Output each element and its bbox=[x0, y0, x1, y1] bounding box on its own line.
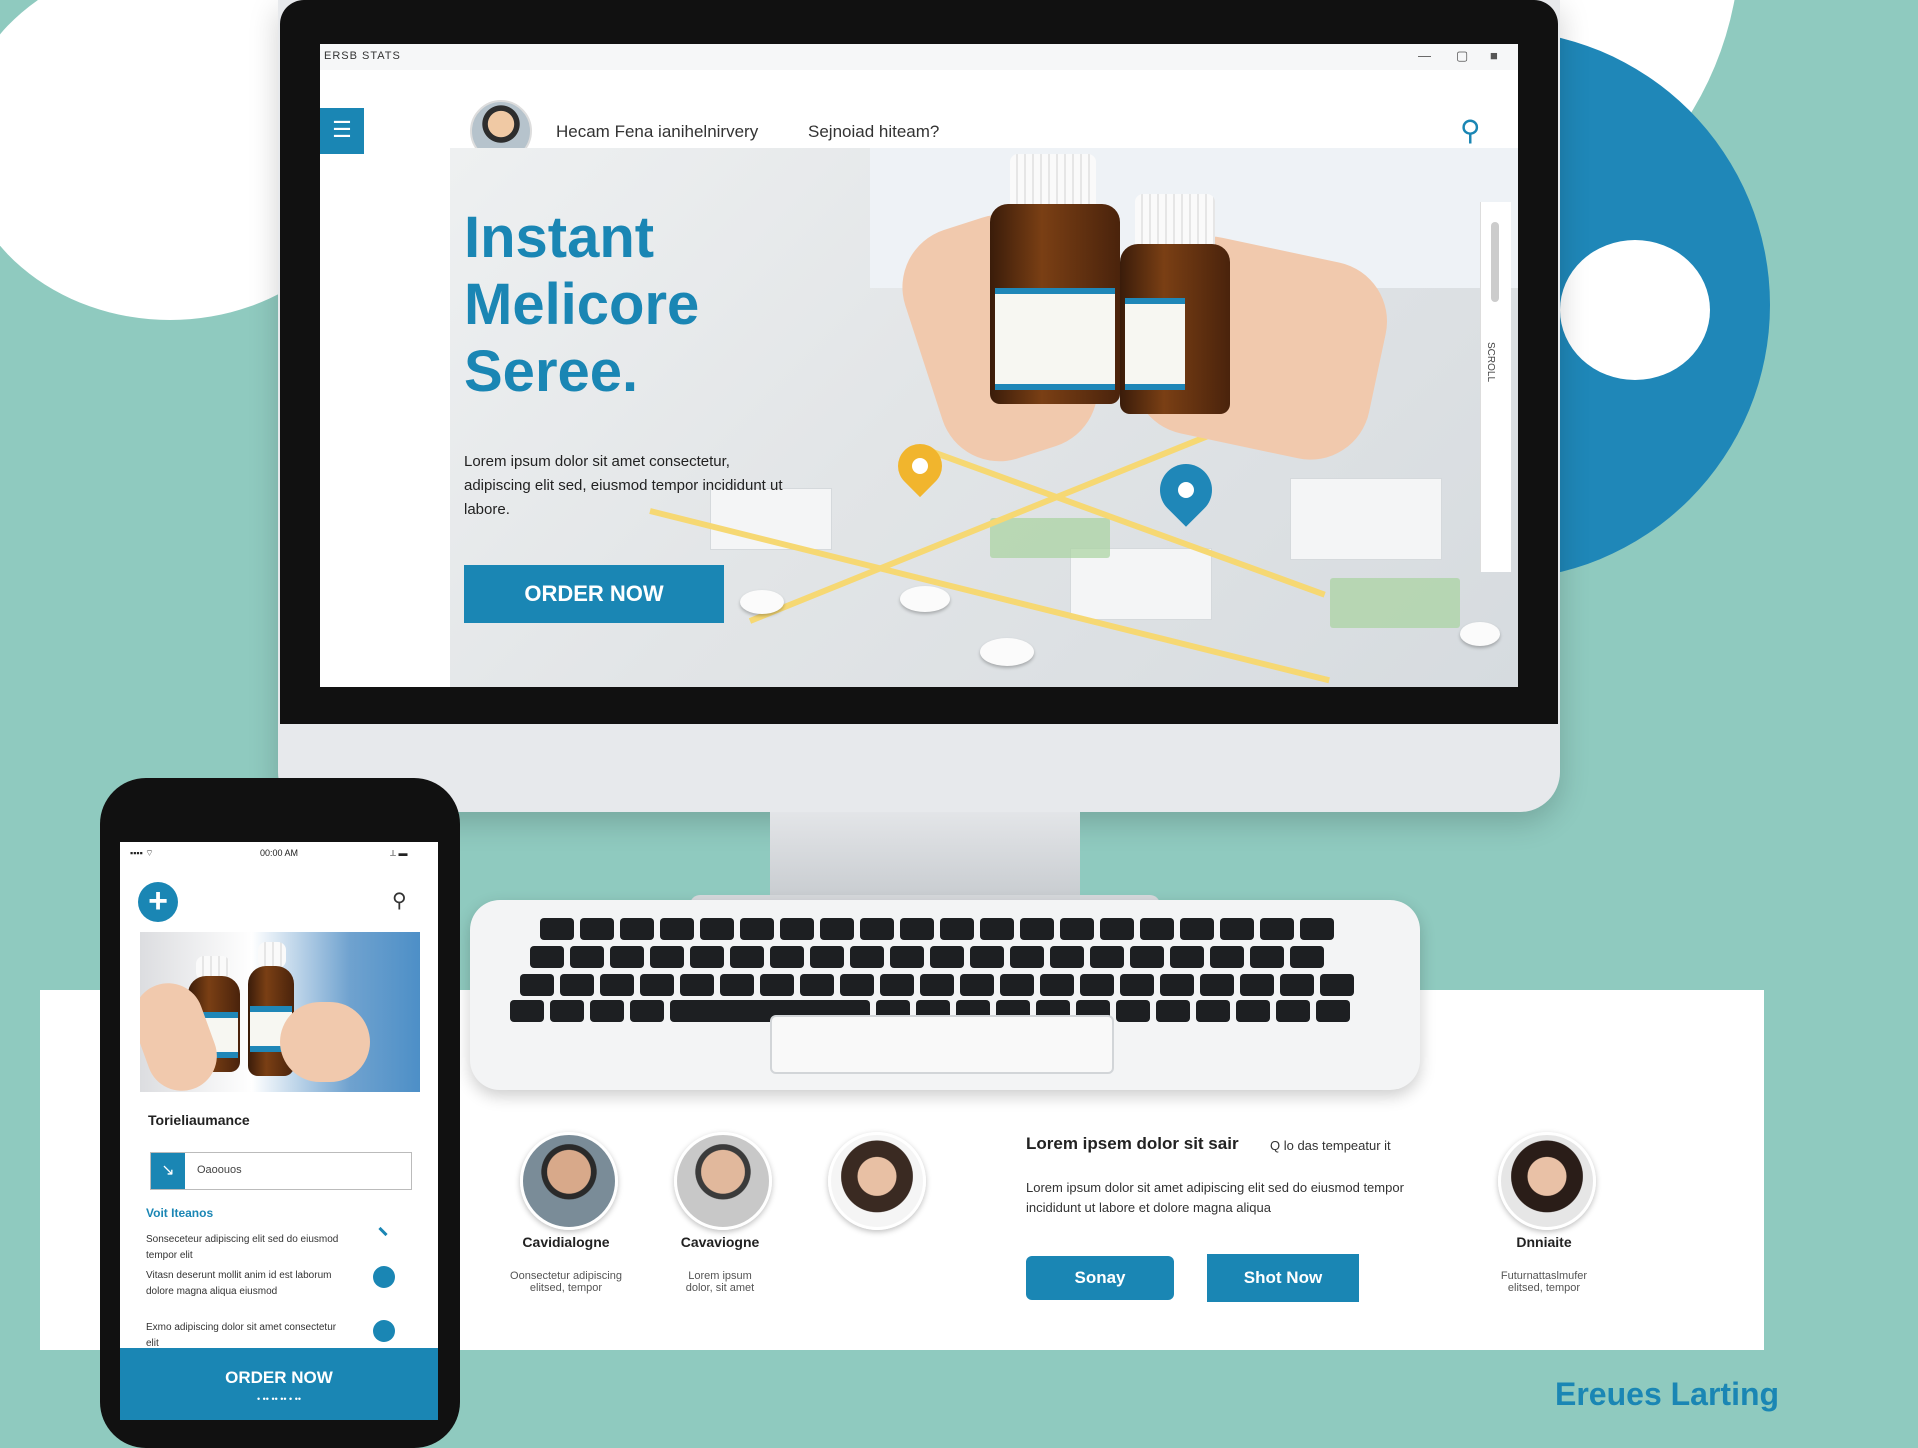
phone-screen: ▪▪▪▪ ⌔ 00:00 AM ⟂ ▬ + ⚲ Torieliaumance ↘… bbox=[120, 842, 438, 1420]
map-park bbox=[990, 518, 1110, 558]
person-subtitle: Futurnattaslmufer elitsed, tempor bbox=[1500, 1270, 1588, 1294]
map-pin-center bbox=[1178, 482, 1194, 498]
desktop-screen: ERSB STATS — ▢ ■ ☰ Hecam Fena ianihelnir… bbox=[320, 44, 1518, 687]
phone-order-dots: • •• •• •• • •• bbox=[256, 1394, 301, 1404]
phone-heading: Torieliaumance bbox=[148, 1112, 250, 1128]
hero-banner: Instant Melicore Seree. Lorem ipsum dolo… bbox=[450, 148, 1518, 687]
key-row bbox=[540, 918, 1334, 940]
minimize-icon[interactable]: — bbox=[1418, 48, 1431, 63]
promo-note: Q lo das tempeatur it bbox=[1270, 1138, 1391, 1153]
hand bbox=[280, 1002, 370, 1082]
key-row bbox=[530, 946, 1324, 968]
key-row bbox=[520, 974, 1354, 996]
battery-icon: ⟂ ▬ bbox=[390, 848, 408, 858]
hero-title: Instant Melicore Seree. bbox=[464, 204, 699, 405]
avatar[interactable] bbox=[1498, 1132, 1596, 1230]
list-item[interactable]: Vitasn deserunt mollit anim id est labor… bbox=[146, 1268, 346, 1300]
arrow-icon: ↘ bbox=[151, 1153, 185, 1189]
map-pin-icon[interactable] bbox=[373, 1266, 395, 1288]
scroll-thumb[interactable] bbox=[1491, 222, 1499, 302]
hero-title-line: Seree. bbox=[464, 339, 639, 404]
menu-icon[interactable]: ☰ bbox=[320, 108, 364, 154]
bottle-cap bbox=[258, 942, 286, 968]
close-icon[interactable]: ■ bbox=[1490, 48, 1498, 63]
nav-link-2[interactable]: Sejnoiad hiteam? bbox=[808, 122, 939, 142]
search-icon[interactable]: ⚲ bbox=[392, 888, 407, 913]
phone-search-field[interactable]: ↘ Oaoouos bbox=[150, 1152, 412, 1190]
hero-description: Lorem ipsum dolor sit amet consectetur, … bbox=[464, 453, 783, 518]
map-block bbox=[1070, 548, 1212, 620]
phone-order-label: ORDER NOW bbox=[225, 1368, 333, 1387]
phone-input-value: Oaoouos bbox=[197, 1164, 242, 1176]
map-pin-center bbox=[912, 458, 928, 474]
trackpad[interactable] bbox=[770, 1015, 1114, 1074]
map-park bbox=[1330, 578, 1460, 628]
pill bbox=[980, 638, 1034, 666]
order-now-button[interactable]: ORDER NOW bbox=[464, 565, 724, 623]
chevron-icon bbox=[378, 1226, 388, 1237]
pill bbox=[1460, 622, 1500, 646]
primary-button[interactable]: Sonay bbox=[1026, 1256, 1174, 1300]
nav-link-1[interactable]: Hecam Fena ianihelnirvery bbox=[556, 122, 758, 142]
scroll-label: SCROLL bbox=[1485, 342, 1496, 383]
phone-clock: 00:00 AM bbox=[260, 848, 299, 858]
keyboard bbox=[470, 900, 1420, 1090]
promo-title: Lorem ipsem dolor sit sair bbox=[1026, 1134, 1239, 1153]
phone-order-button[interactable]: ORDER NOW • •• •• •• • •• bbox=[120, 1348, 438, 1420]
person-name: Dnniaite bbox=[1516, 1234, 1572, 1250]
avatar[interactable] bbox=[674, 1132, 772, 1230]
background-shape bbox=[1560, 240, 1710, 380]
search-icon[interactable]: ⚲ bbox=[1460, 114, 1481, 147]
person-name: Cavaviogne bbox=[680, 1234, 760, 1250]
maximize-icon[interactable]: ▢ bbox=[1456, 48, 1468, 64]
hero-title-line: Melicore bbox=[464, 272, 700, 337]
bottle-label bbox=[1125, 298, 1185, 390]
pill bbox=[740, 590, 784, 614]
person-subtitle: Oonsectetur adipiscing elitsed, tempor bbox=[510, 1270, 622, 1294]
bottle-label bbox=[995, 288, 1115, 390]
list-item[interactable]: Sonseceteur adipiscing elit sed do eiusm… bbox=[146, 1232, 346, 1264]
avatar[interactable] bbox=[828, 1132, 926, 1230]
pill bbox=[900, 586, 950, 612]
hero-title-line: Instant bbox=[464, 205, 655, 270]
map-block bbox=[1290, 478, 1442, 560]
avatar[interactable] bbox=[520, 1132, 618, 1230]
brand-logo: Ereues Larting bbox=[1555, 1376, 1780, 1412]
side-scroller[interactable]: SCROLL bbox=[1480, 202, 1511, 572]
shop-now-button[interactable]: Shot Now bbox=[1207, 1254, 1359, 1302]
person-subtitle: Lorem ipsum dolor, sit amet bbox=[685, 1270, 755, 1294]
window-title: ERSB STATS bbox=[324, 50, 401, 62]
promo-description: Lorem ipsum dolor sit amet adipiscing el… bbox=[1026, 1180, 1404, 1215]
window-titlebar: ERSB STATS — ▢ ■ bbox=[320, 44, 1518, 71]
map-pin-icon[interactable] bbox=[373, 1320, 395, 1342]
signal-icon: ▪▪▪▪ ⌔ bbox=[130, 848, 154, 858]
plus-icon[interactable]: + bbox=[138, 882, 178, 922]
phone-hero-image bbox=[140, 932, 420, 1092]
person-name: Cavidialogne bbox=[522, 1234, 610, 1250]
monitor-stand bbox=[770, 812, 1080, 902]
phone-subheading: Voit Iteanos bbox=[146, 1206, 214, 1220]
